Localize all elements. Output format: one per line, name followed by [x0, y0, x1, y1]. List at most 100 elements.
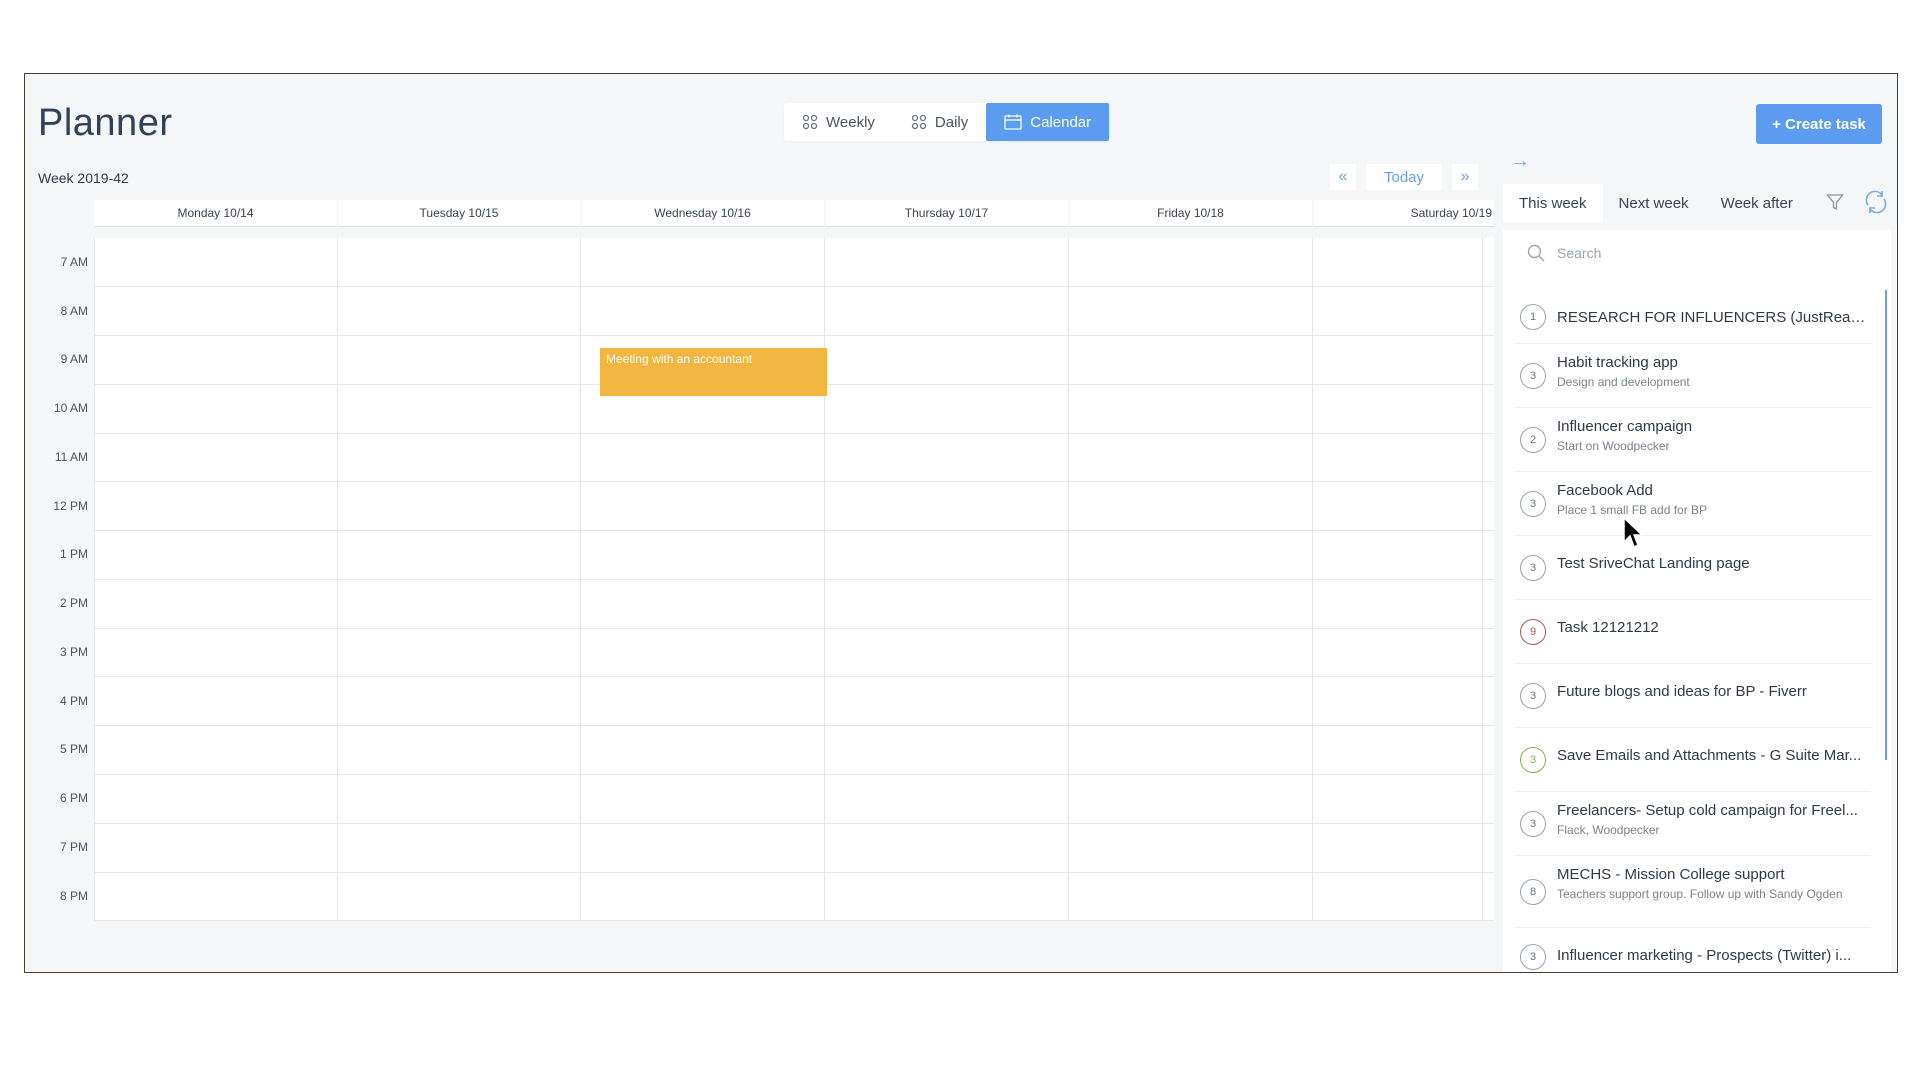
- arrow-right-icon: →: [1510, 150, 1530, 172]
- day-divider: [1312, 238, 1313, 921]
- task-item[interactable]: 3 Facebook Add Place 1 small FB add for BP: [1515, 472, 1871, 536]
- time-label: 12 PM: [53, 499, 88, 513]
- day-header-monday: Monday 10/14: [94, 200, 337, 227]
- task-item[interactable]: 3 Habit tracking app Design and developmen…: [1515, 344, 1871, 408]
- task-count-badge: 3: [1520, 362, 1546, 389]
- task-count-badge: 3: [1520, 810, 1546, 837]
- task-search: [1503, 230, 1891, 276]
- task-title: Influencer marketing - Prospects (Twitte…: [1557, 947, 1852, 964]
- task-count-badge: 3: [1520, 682, 1546, 709]
- time-label: 3 PM: [59, 645, 88, 659]
- time-label: 1 PM: [59, 547, 88, 561]
- calendar-event[interactable]: Meeting with an accountant: [600, 348, 827, 396]
- planner-window: Planner Week 2019-42 Weekly Daily Calend…: [24, 73, 1898, 973]
- task-count-badge: 3: [1520, 490, 1546, 517]
- day-divider: [1068, 238, 1069, 921]
- task-item[interactable]: 3 Influencer marketing - Prospects (Twitt…: [1515, 928, 1871, 972]
- task-item[interactable]: 9 Task 12121212: [1515, 600, 1871, 664]
- hour-line: [94, 628, 1494, 629]
- hour-line: [94, 920, 1494, 921]
- hour-line: [94, 433, 1494, 434]
- task-item[interactable]: 3 Freelancers- Setup cold campaign for Fr…: [1515, 792, 1871, 856]
- view-calendar-button[interactable]: Calendar: [986, 103, 1110, 141]
- calendar-icon: [1004, 114, 1022, 130]
- hour-line: [94, 579, 1494, 580]
- collapse-sidebar-button[interactable]: →: [1510, 150, 1530, 173]
- calendar-navigation: « Today »: [1330, 164, 1478, 190]
- hour-line: [94, 774, 1494, 775]
- next-week-button[interactable]: »: [1452, 164, 1478, 190]
- time-label: 9 AM: [60, 352, 88, 366]
- task-item[interactable]: 3 Save Emails and Attachments - G Suite M…: [1515, 728, 1871, 792]
- tab-next-week[interactable]: Next week: [1603, 184, 1705, 222]
- view-switcher: Weekly Daily Calendar: [784, 103, 1110, 141]
- task-count-badge: 1: [1520, 303, 1546, 330]
- task-title: Influencer campaign: [1557, 418, 1693, 435]
- hour-line: [94, 530, 1494, 531]
- hour-line: [94, 286, 1494, 287]
- time-column: 7 AM 8 AM 9 AM 10 AM 11 AM 12 PM 1 PM 2 …: [37, 238, 94, 921]
- time-label: 8 AM: [60, 304, 88, 318]
- task-item[interactable]: 3 Future blogs and ideas for BP - Fiverr: [1515, 664, 1871, 728]
- calendar-body[interactable]: 7 AM 8 AM 9 AM 10 AM 11 AM 12 PM 1 PM 2 …: [37, 238, 1494, 921]
- day-header-tuesday: Tuesday 10/15: [338, 200, 580, 227]
- view-weekly-button[interactable]: Weekly: [784, 103, 893, 141]
- task-count-badge: 3: [1520, 554, 1546, 581]
- time-label: 2 PM: [59, 596, 88, 610]
- task-item[interactable]: 8 MECHS - Mission College support Teachers…: [1515, 856, 1871, 928]
- task-count-badge: 8: [1520, 878, 1546, 905]
- time-label: 7 AM: [60, 255, 88, 269]
- time-label: 8 PM: [59, 889, 88, 903]
- search-icon: [1527, 244, 1545, 262]
- grid-dots-icon: [911, 114, 927, 130]
- task-title: MECHS - Mission College support: [1557, 866, 1785, 883]
- task-subtitle: Flack, Woodpecker: [1557, 823, 1660, 837]
- task-title: Test SriveChat Landing page: [1557, 555, 1750, 572]
- day-header-friday: Friday 10/18: [1069, 200, 1312, 227]
- task-count-badge: 3: [1520, 943, 1546, 970]
- tab-week-after[interactable]: Week after: [1705, 184, 1809, 222]
- calendar-grid: Monday 10/14 Tuesday 10/15 Wednesday 10/…: [37, 200, 1494, 921]
- today-button[interactable]: Today: [1366, 164, 1442, 190]
- task-item[interactable]: 1 RESEARCH FOR INFLUENCERS (JustReachOut.…: [1515, 290, 1871, 344]
- filter-icon[interactable]: [1826, 193, 1844, 211]
- search-input[interactable]: [1557, 245, 1857, 261]
- task-subtitle: Start on Woodpecker: [1557, 439, 1670, 453]
- task-title: Freelancers- Setup cold campaign for Fre…: [1557, 802, 1858, 819]
- hour-line: [94, 823, 1494, 824]
- task-count-badge: 3: [1520, 746, 1546, 773]
- sync-icon[interactable]: [1863, 189, 1889, 215]
- view-weekly-label: Weekly: [826, 113, 875, 131]
- day-header-thursday: Thursday 10/17: [825, 200, 1068, 227]
- double-chevron-left-icon: «: [1338, 168, 1348, 185]
- hour-line: [94, 481, 1494, 482]
- hour-line: [94, 725, 1494, 726]
- task-subtitle: Design and development: [1557, 375, 1690, 389]
- prev-week-button[interactable]: «: [1330, 164, 1356, 190]
- grid-dots-icon: [802, 114, 818, 130]
- day-divider: [337, 238, 338, 921]
- page-title: Planner: [38, 102, 173, 144]
- time-label: 7 PM: [59, 840, 88, 854]
- task-title: Future blogs and ideas for BP - Fiverr: [1557, 683, 1807, 700]
- view-calendar-label: Calendar: [1030, 113, 1092, 131]
- time-label: 6 PM: [59, 791, 88, 805]
- mouse-cursor-icon: [1623, 517, 1644, 549]
- day-divider: [94, 238, 95, 921]
- time-label: 4 PM: [59, 694, 88, 708]
- task-count-badge: 2: [1520, 426, 1546, 453]
- task-title: Facebook Add: [1557, 482, 1653, 499]
- hour-line: [94, 676, 1494, 677]
- hour-line: [94, 335, 1494, 336]
- task-title: Habit tracking app: [1557, 354, 1678, 371]
- task-item[interactable]: 2 Influencer campaign Start on Woodpecker: [1515, 408, 1871, 472]
- day-divider: [1482, 238, 1483, 921]
- view-daily-label: Daily: [934, 113, 969, 131]
- view-daily-button[interactable]: Daily: [893, 103, 986, 141]
- tab-this-week[interactable]: This week: [1503, 184, 1603, 222]
- scrollbar[interactable]: [1885, 290, 1887, 760]
- hour-line: [94, 872, 1494, 873]
- time-label: 10 AM: [53, 401, 88, 415]
- create-task-button[interactable]: + Create task: [1756, 104, 1882, 144]
- task-item[interactable]: 3 Test SriveChat Landing page: [1515, 536, 1871, 600]
